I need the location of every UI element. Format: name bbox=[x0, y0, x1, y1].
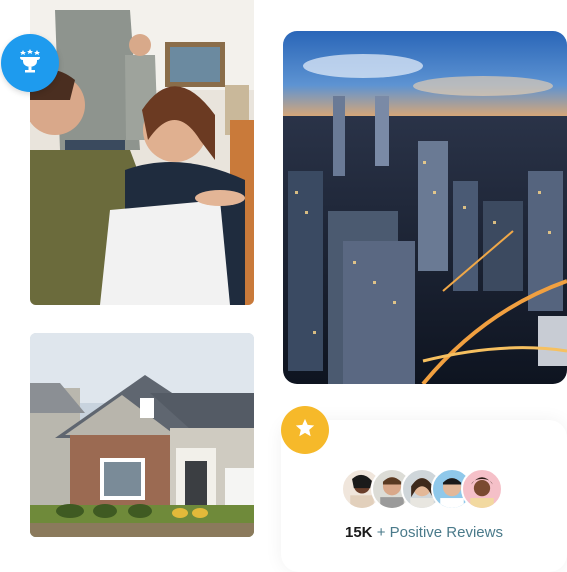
star-icon bbox=[294, 417, 316, 444]
people-meeting-photo bbox=[30, 0, 254, 305]
trophy-icon bbox=[15, 46, 45, 81]
trophy-badge bbox=[1, 34, 59, 92]
reviews-summary: 15K + Positive Reviews bbox=[281, 524, 567, 541]
reviewer-avatars bbox=[341, 468, 511, 514]
star-badge bbox=[281, 406, 329, 454]
avatar bbox=[461, 468, 503, 510]
city-skyline-photo bbox=[283, 31, 567, 384]
house-exterior-photo bbox=[30, 333, 254, 537]
reviews-count: 15K bbox=[344, 524, 373, 541]
reviews-label: + Positive Reviews bbox=[376, 524, 503, 541]
